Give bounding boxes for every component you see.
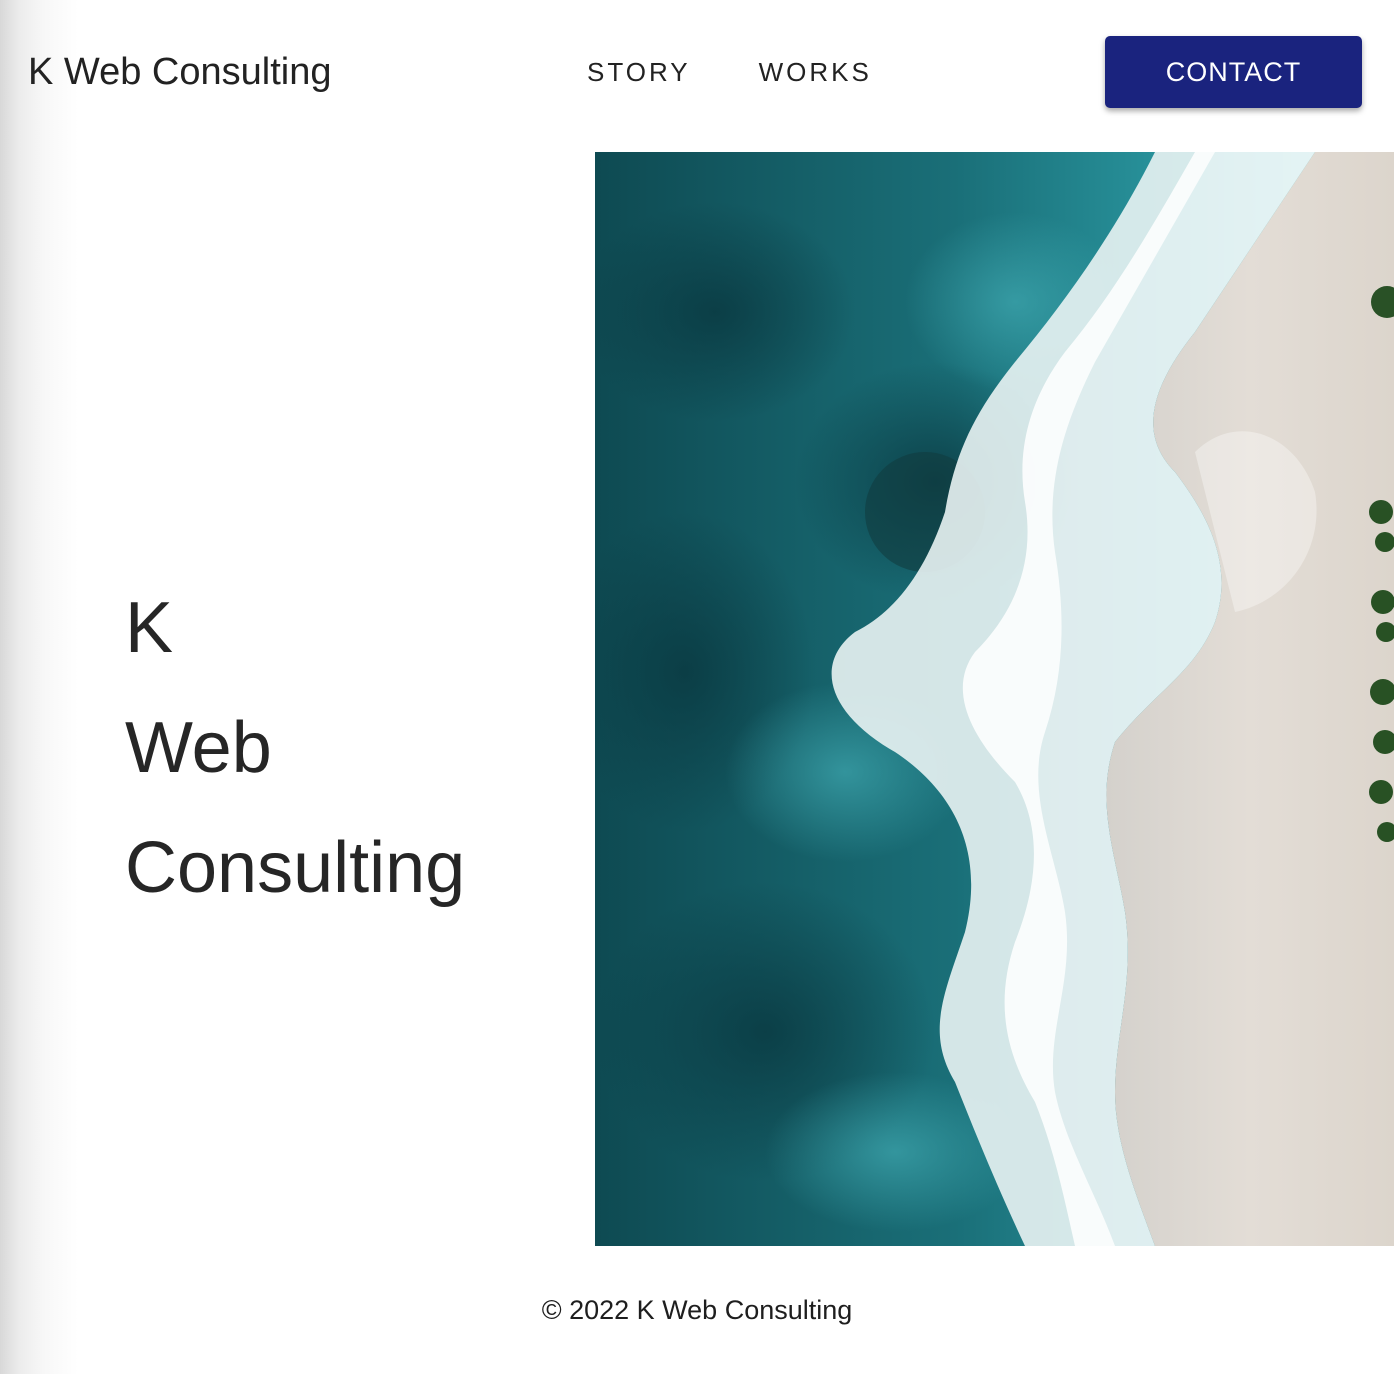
hero-title-line-1: K	[125, 588, 174, 668]
nav-story-link[interactable]: STORY	[587, 57, 691, 87]
nav-works-link[interactable]: WORKS	[759, 57, 872, 87]
hero-title: K Web Consulting	[125, 568, 465, 928]
brand-logo-text[interactable]: K Web Consulting	[28, 50, 331, 94]
hero-title-line-3: Consulting	[125, 828, 466, 908]
aerial-ocean-beach-image	[595, 152, 1394, 1246]
main-nav: STORY WORKS	[587, 57, 872, 87]
contact-button[interactable]: CONTACT	[1105, 36, 1362, 108]
site-header: K Web Consulting STORY WORKS CONTACT	[0, 0, 1394, 145]
footer-copyright: © 2022 K Web Consulting	[541, 1295, 853, 1325]
page-left-shade	[0, 0, 78, 1374]
hero-ocean-beach-image	[595, 152, 1394, 1246]
hero-title-line-2: Web	[125, 708, 272, 788]
